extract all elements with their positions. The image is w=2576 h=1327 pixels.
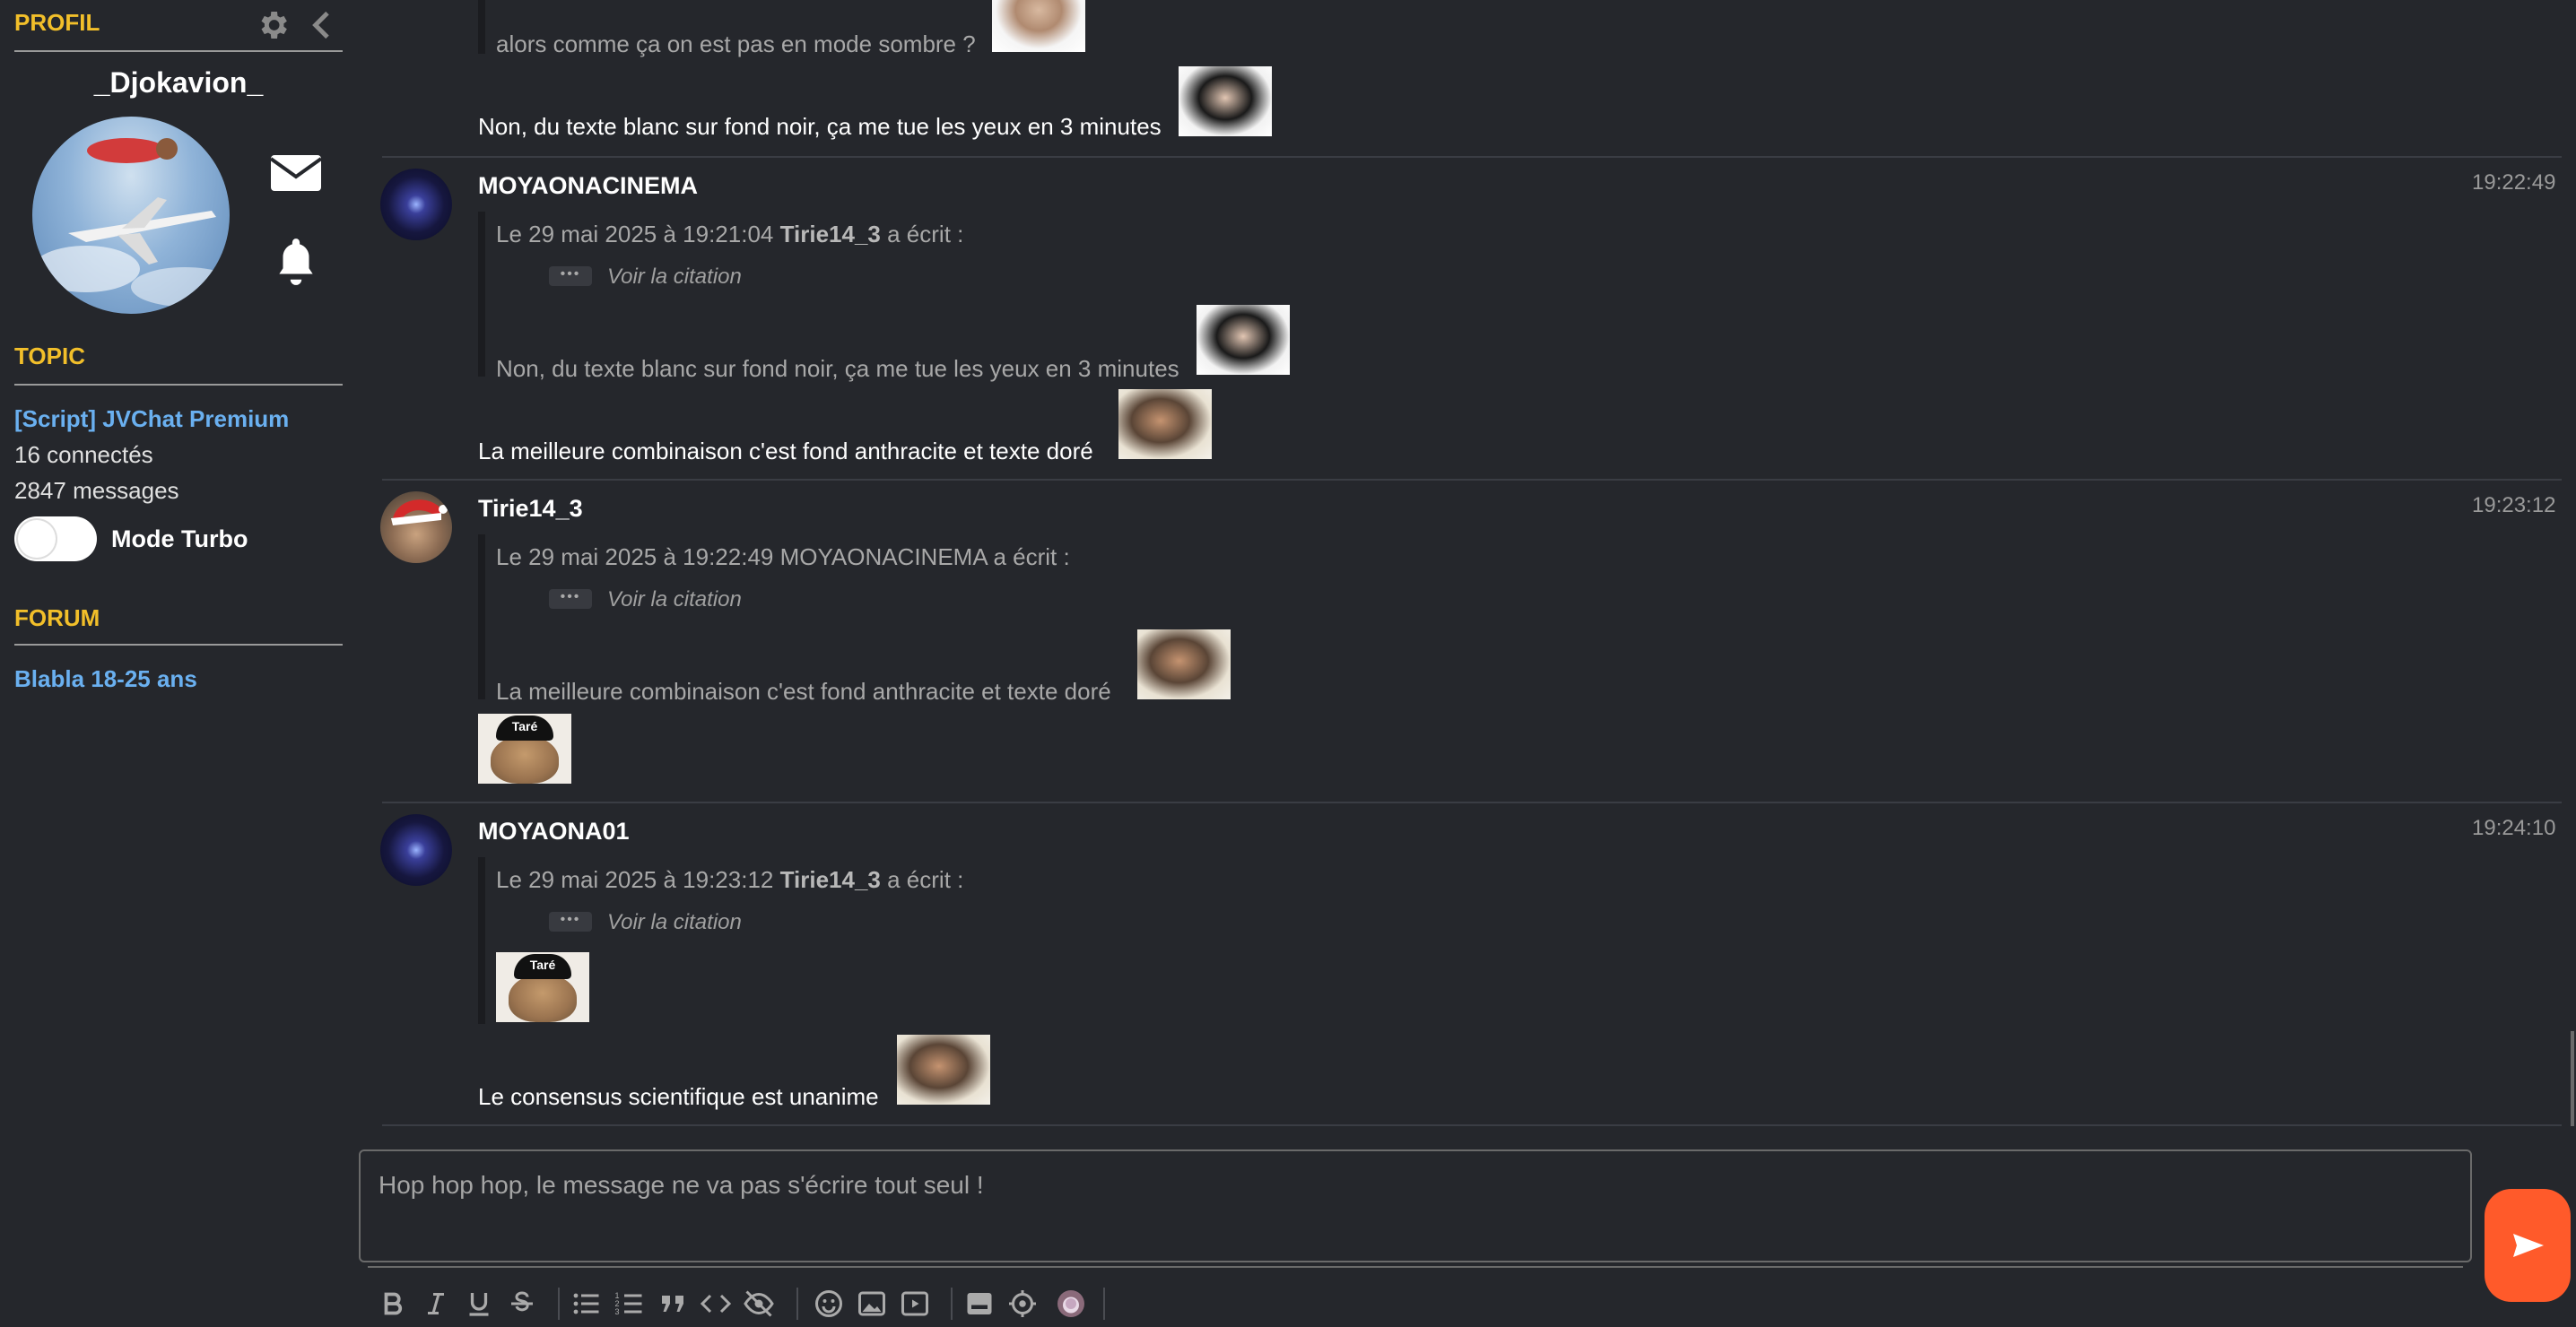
quote-bar [478,857,485,1024]
sticker-image[interactable] [897,1035,990,1105]
avatar[interactable] [32,117,230,314]
view-quote-link[interactable]: Voir la citation [607,587,742,612]
avatar[interactable] [380,491,452,563]
sticker-cap-text: Taré [514,954,571,979]
expand-quote-button[interactable]: ••• [549,266,592,286]
expand-quote-button[interactable]: ••• [549,912,592,932]
connected-count: 16 connectés [14,441,153,468]
send-icon [2513,1234,2544,1257]
quote-text: La meilleure combinaison c'est fond anth… [496,678,1111,705]
sticker-image[interactable]: Taré [496,952,589,1022]
view-quote-link[interactable]: Voir la citation [607,910,742,935]
numbered-list-icon[interactable]: 123 [614,1288,646,1320]
message-time: 19:24:10 [2472,816,2556,840]
quote-text: Non, du texte blanc sur fond noir, ça me… [496,355,1179,382]
quote-suffix: a écrit : [887,221,964,247]
quote-icon[interactable] [657,1288,689,1320]
bell-icon[interactable] [273,235,319,287]
message-time: 19:23:12 [2472,493,2556,517]
message-count: 2847 messages [14,477,179,504]
santa-hat-icon [391,499,448,525]
strikethrough-icon[interactable] [506,1288,538,1320]
message-divider [382,1124,2562,1126]
message-author[interactable]: Tirie14_3 [478,495,583,523]
quote-date: Le 29 mai 2025 à 19:23:12 [496,866,774,893]
mail-icon[interactable] [269,151,323,195]
avatar-image [32,138,230,307]
sticker-image[interactable] [1179,66,1272,136]
video-icon[interactable] [899,1288,931,1320]
toolbar-divider [368,1266,2463,1268]
expand-quote-button[interactable]: ••• [549,589,592,609]
quote-text: alors comme ça on est pas en mode sombre… [496,30,976,57]
bold-icon[interactable] [377,1288,409,1320]
toolbar-separator [558,1288,560,1320]
topic-link[interactable]: [Script] JVChat Premium [14,405,289,433]
code-icon[interactable] [700,1288,732,1320]
quote-bar [478,534,485,699]
bullet-list-icon[interactable] [570,1288,603,1320]
spoiler-icon[interactable] [743,1288,775,1320]
turbo-label: Mode Turbo [111,525,248,552]
sticker-image[interactable] [1197,305,1290,375]
forum-title: FORUM [14,604,100,631]
settings-icon[interactable] [1006,1288,1039,1320]
username: _Djokavion_ [93,66,264,99]
message-time: 19:22:49 [2472,170,2556,195]
collapse-sidebar-icon[interactable] [305,7,341,43]
avatar[interactable] [380,814,452,886]
divider [14,50,343,52]
message-divider [382,802,2562,803]
message-composer [359,1149,2472,1262]
sticker-image[interactable]: Taré [478,714,571,784]
toolbar-separator [796,1288,798,1320]
quote-author[interactable]: Tirie14_3 [780,221,881,247]
divider [14,384,343,386]
topic-title: TOPIC [14,343,85,369]
image-icon[interactable] [856,1288,888,1320]
scrollbar[interactable] [2571,1031,2574,1126]
coffee-icon[interactable] [1055,1288,1087,1320]
sticker-icon[interactable] [963,1288,996,1320]
sticker-image[interactable] [1137,629,1231,699]
italic-icon[interactable] [420,1288,452,1320]
quote-date: Le 29 mai 2025 à 19:21:04 [496,221,774,247]
send-button[interactable] [2485,1189,2571,1302]
sticker-image[interactable] [992,0,1085,52]
toolbar-separator [1103,1288,1105,1320]
sidebar: PROFIL _Djokavion_ TOPIC [Script] JVChat… [0,0,357,1327]
quote-header: Le 29 mai 2025 à 19:21:04 Tirie14_3 a éc… [496,221,963,248]
sticker-face [491,735,559,784]
message-body: La meilleure combinaison c'est fond anth… [478,438,1093,464]
profile-title: PROFIL [14,9,100,36]
emoji-icon[interactable] [813,1288,845,1320]
message-input[interactable] [379,1171,2441,1243]
message-author[interactable]: MOYAONA01 [478,818,630,846]
quote-header: Le 29 mai 2025 à 19:23:12 Tirie14_3 a éc… [496,866,963,894]
quote-header: Le 29 mai 2025 à 19:22:49 MOYAONACINEMA … [496,543,1070,570]
forum-link[interactable]: Blabla 18-25 ans [14,665,197,693]
message-body: Le consensus scientifique est unanime [478,1083,879,1110]
quote-bar [478,212,485,377]
message-divider [382,479,2562,481]
underline-icon[interactable] [463,1288,495,1320]
message-body: Non, du texte blanc sur fond noir, ça me… [478,113,1162,140]
turbo-toggle-knob[interactable] [16,518,57,559]
sticker-image[interactable] [1118,389,1212,459]
gear-icon[interactable] [255,7,291,43]
quote-suffix: a écrit : [887,866,964,893]
message-divider [382,156,2562,158]
quote-author[interactable]: Tirie14_3 [780,866,881,893]
svg-text:3: 3 [615,1307,620,1316]
view-quote-link[interactable]: Voir la citation [607,265,742,290]
avatar[interactable] [380,169,452,240]
sticker-face [509,974,577,1022]
divider [14,644,343,646]
quote-bar [478,0,485,54]
message-author[interactable]: MOYAONACINEMA [478,172,698,200]
sticker-cap-text: Taré [496,716,553,741]
toolbar-separator [951,1288,953,1320]
